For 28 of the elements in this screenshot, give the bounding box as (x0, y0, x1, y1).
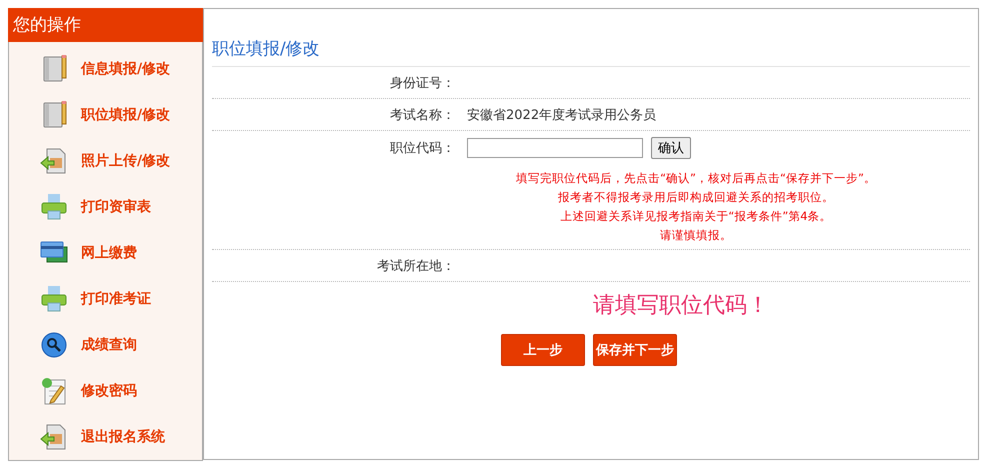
input-field[interactable] (467, 138, 643, 158)
sidebar-link[interactable]: 信息填报/修改 (81, 60, 170, 78)
notice-text: 请谨慎填报。 (660, 228, 732, 243)
sidebar-link[interactable]: 职位填报/修改 (81, 106, 170, 124)
sidebar-link[interactable]: 打印资审表 (81, 198, 151, 216)
save-next-button[interactable]: 保存并下一步 (593, 334, 677, 366)
field-label: 身份证号： (389, 74, 455, 92)
notice-text: 上述回避关系详见报考指南关于“报考条件”第4条。 (560, 209, 832, 224)
confirm-button[interactable]: 确认 (651, 137, 691, 159)
field-value: 安徽省2022年度考试录用公务员 (467, 106, 656, 124)
magnifier-icon[interactable] (39, 330, 69, 360)
printer-icon[interactable] (39, 284, 69, 314)
notice-text: 填写完职位代码后，先点击“确认”，核对后再点击“保存并下一步”。 (516, 171, 876, 186)
sidebar-link[interactable]: 修改密码 (81, 382, 137, 400)
field-label: 职位代码： (389, 140, 455, 157)
page-title: 职位填报/修改 (212, 33, 970, 67)
notice-text: 报考者不得报考录用后即构成回避关系的招考职位。 (558, 190, 834, 205)
sidebar-link[interactable]: 网上缴费 (81, 244, 137, 262)
sidebar-link[interactable]: 退出报名系统 (81, 428, 165, 446)
printer-icon[interactable] (39, 192, 69, 222)
field-label: 考试所在地： (376, 258, 455, 274)
previous-button[interactable]: 上一步 (501, 334, 585, 366)
sidebar-title: 您的操作 (8, 8, 203, 42)
warning-text: 请填写职位代码！ (593, 293, 769, 318)
sidebar-link[interactable]: 照片上传/修改 (81, 152, 170, 170)
field-label: 考试名称： (389, 106, 455, 124)
sidebar-link[interactable]: 成绩查询 (81, 336, 137, 354)
sidebar-link[interactable]: 打印准考证 (81, 290, 151, 308)
